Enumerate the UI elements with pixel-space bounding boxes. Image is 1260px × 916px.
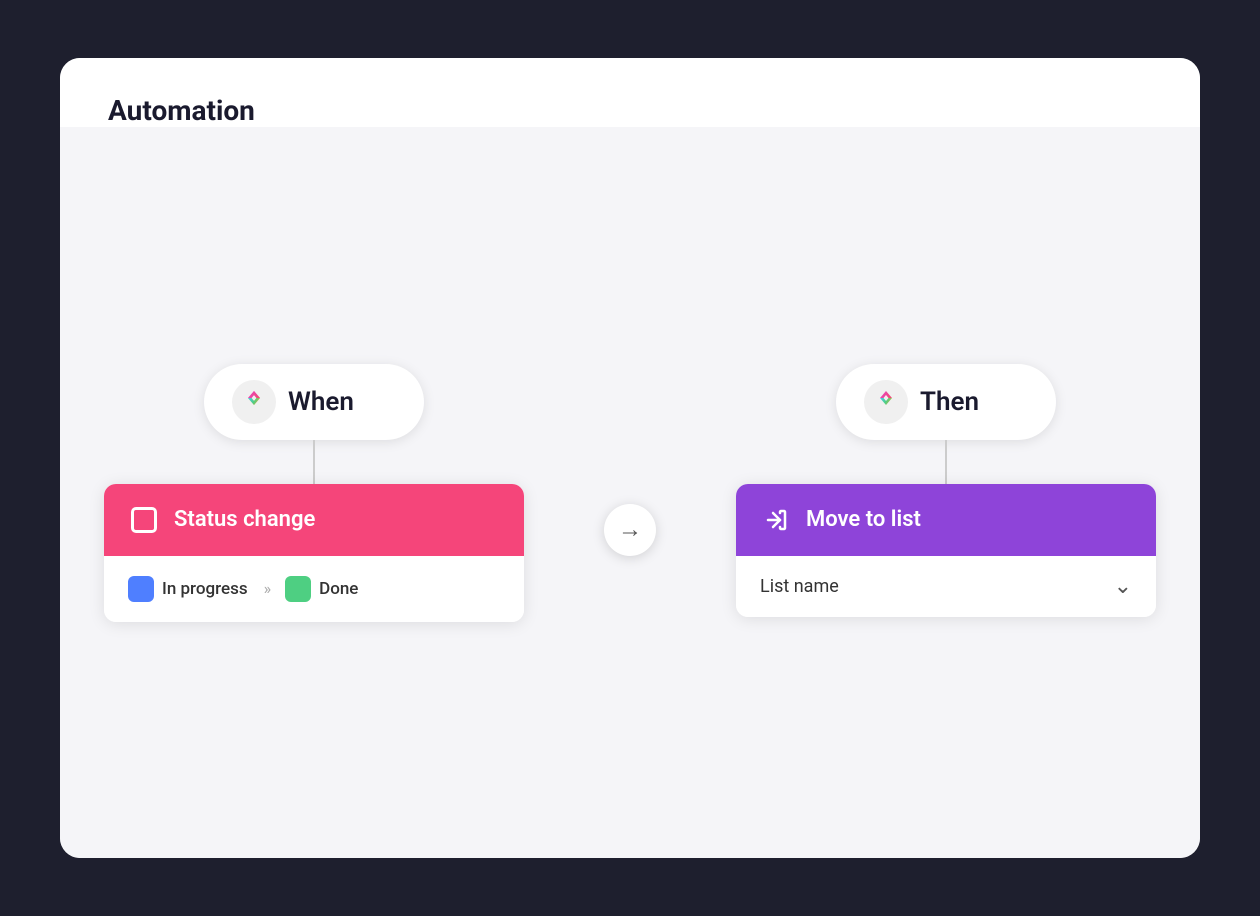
then-label: Then — [920, 387, 979, 417]
clickup-logo-then — [864, 380, 908, 424]
list-name-placeholder: List name — [760, 576, 839, 597]
arrow-circle: → — [604, 504, 656, 556]
when-pill-node[interactable]: When — [204, 364, 424, 440]
move-to-list-body: List name ⌄ — [736, 556, 1156, 617]
status-change-icon — [128, 504, 160, 536]
clickup-logo-when — [232, 380, 276, 424]
page-title: Automation — [108, 94, 1152, 127]
status-change-header: Status change — [104, 484, 524, 556]
from-status-label: In progress — [162, 579, 248, 599]
right-arrow-icon: → — [618, 515, 642, 544]
then-connector-line — [945, 440, 947, 484]
status-change-label: Status change — [174, 507, 315, 532]
to-status-label: Done — [319, 579, 358, 599]
then-pill-node[interactable]: Then — [836, 364, 1056, 440]
header: Automation — [60, 58, 1200, 127]
move-to-list-header: Move to list — [736, 484, 1156, 556]
status-change-card[interactable]: Status change In progress » Done — [104, 484, 524, 622]
status-change-body: In progress » Done — [104, 556, 524, 622]
when-branch: When Status change In pro — [104, 364, 524, 622]
when-connector-line — [313, 440, 315, 484]
move-to-list-card[interactable]: Move to list List name ⌄ — [736, 484, 1156, 617]
branch-connector-arrow: → — [604, 504, 656, 556]
chevron-down-icon[interactable]: ⌄ — [1114, 574, 1132, 599]
when-label: When — [288, 387, 354, 417]
move-to-list-label: Move to list — [806, 507, 921, 532]
move-to-list-icon — [760, 504, 792, 536]
automation-canvas: When Status change In pro — [104, 364, 1156, 622]
main-card: Automation — [60, 58, 1200, 858]
done-dot — [285, 576, 311, 602]
to-status-chip: Done — [285, 576, 358, 602]
from-status-chip: In progress — [128, 576, 248, 602]
then-branch: Then Mov — [736, 364, 1156, 617]
in-progress-dot — [128, 576, 154, 602]
automation-canvas-area: When Status change In pro — [60, 127, 1200, 858]
status-arrow: » — [264, 579, 270, 598]
